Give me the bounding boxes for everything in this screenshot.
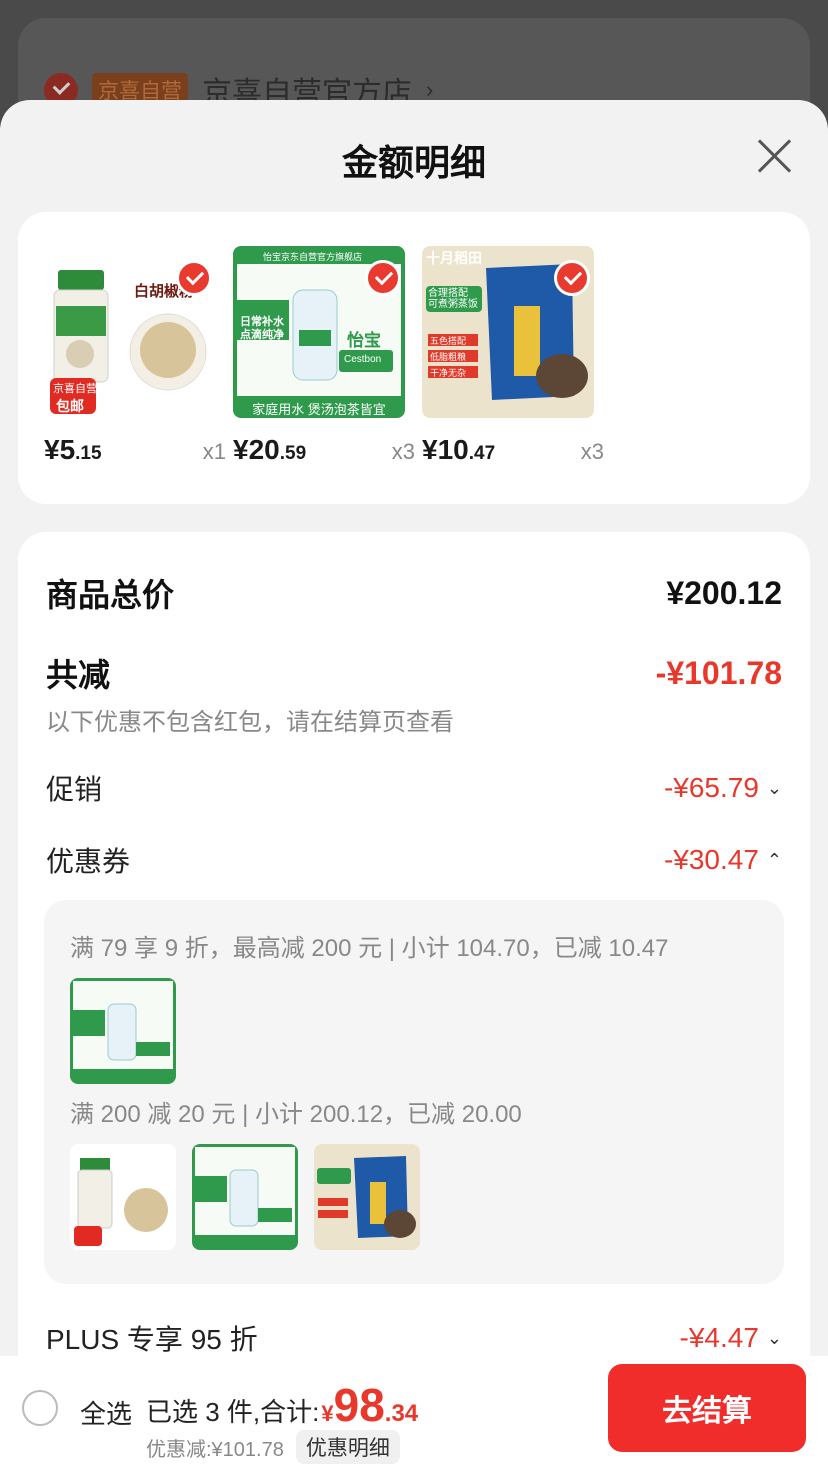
- discount-amount: 优惠减:¥101.78: [146, 1438, 284, 1461]
- promo-row[interactable]: 促销 -¥65.79 ⌄: [46, 768, 782, 808]
- coupon-row[interactable]: 优惠券 -¥30.47 ⌃: [46, 840, 782, 880]
- coupon-value-group: -¥30.47 ⌃: [664, 844, 782, 876]
- product-brand: 怡宝: [347, 331, 381, 350]
- total-line: 已选 3 件,合计: ¥ 98 .34: [146, 1378, 418, 1432]
- close-icon[interactable]: [756, 138, 792, 174]
- plus-value-group: -¥4.47 ⌄: [680, 1322, 783, 1354]
- amount-detail-sheet: 金额明细 白胡椒粉 京喜自营 包邮 ¥5.15 x1 怡宝京东自营官方旗舰店 日…: [0, 100, 828, 1478]
- product-image-label: 日常补水 点滴纯净: [240, 316, 284, 341]
- product-thumbnail: [70, 1144, 176, 1250]
- product-tag: 合理搭配 可煮粥蒸饭: [428, 288, 478, 310]
- product-price: ¥20.59: [233, 434, 307, 465]
- promo-value: -¥65.79: [663, 772, 759, 803]
- product-feature: 五色搭配: [430, 336, 467, 346]
- promo-value-group: -¥65.79 ⌄: [664, 772, 782, 804]
- discount-note: 以下优惠不包含红包，请在结算页查看: [46, 709, 454, 736]
- product-image: 白胡椒粉 京喜自营 包邮: [44, 246, 216, 418]
- plus-label: PLUS 专享 95 折: [46, 1324, 258, 1355]
- total-reduce-row: 共减 -¥101.78: [46, 650, 782, 696]
- selected-check-icon[interactable]: [554, 260, 590, 296]
- total-reduce-value: -¥101.78: [655, 654, 782, 691]
- product-logo: Cestbon: [344, 354, 382, 365]
- discount-detail-button[interactable]: 优惠明细: [295, 1430, 400, 1464]
- product-badge-bottom: 包邮: [56, 398, 84, 414]
- promo-label: 促销: [46, 774, 103, 805]
- product-quantity: x1: [202, 439, 226, 464]
- product-caption: 家庭用水 煲汤泡茶皆宜: [252, 402, 386, 417]
- coupon-1-products: [70, 978, 176, 1084]
- product-price: ¥10.47: [422, 434, 496, 465]
- products-card: 白胡椒粉 京喜自营 包邮 ¥5.15 x1 怡宝京东自营官方旗舰店 日常补水 点…: [18, 212, 810, 504]
- selected-check-icon[interactable]: [365, 260, 401, 296]
- chevron-up-icon[interactable]: ⌃: [767, 850, 782, 871]
- product-thumbnail: [314, 1144, 420, 1250]
- product-price: ¥5.15: [44, 434, 102, 465]
- product-thumbnail: [70, 978, 176, 1084]
- product-thumbnail: [192, 1144, 298, 1250]
- discount-line: 优惠减:¥101.78 优惠明细: [146, 1430, 400, 1464]
- sheet-title: 金额明细: [341, 142, 486, 183]
- checkout-bar: 全选 已选 3 件,合计: ¥ 98 .34 优惠减:¥101.78 优惠明细 …: [0, 1356, 828, 1478]
- selected-check-icon[interactable]: [176, 260, 212, 296]
- plus-value: -¥4.47: [679, 1322, 759, 1353]
- product-quantity: x3: [580, 439, 604, 464]
- total-price-value: ¥200.12: [666, 574, 782, 611]
- product-image-header: 怡宝京东自营官方旗舰店: [263, 252, 363, 262]
- product-feature: 干净无杂: [430, 368, 467, 378]
- product-brand: 十月稻田: [426, 250, 482, 266]
- chevron-down-icon[interactable]: ⌄: [767, 1328, 782, 1349]
- product-badge-top: 京喜自营: [53, 383, 97, 395]
- coupon-2-products: [70, 1144, 420, 1250]
- price-detail-card: 商品总价 ¥200.12 共减 -¥101.78 以下优惠不包含红包，请在结算页…: [18, 532, 810, 1478]
- plus-discount-row[interactable]: PLUS 专享 95 折 -¥4.47 ⌄: [46, 1318, 782, 1358]
- coupon-value: -¥30.47: [663, 844, 759, 875]
- product-feature: 低脂粗粮: [430, 352, 467, 362]
- total-price-row: 商品总价 ¥200.12: [46, 570, 782, 616]
- total-currency: ¥: [321, 1401, 334, 1426]
- product-item[interactable]: 白胡椒粉 京喜自营 包邮 ¥5.15 x1: [44, 246, 226, 465]
- product-quantity: x3: [391, 439, 415, 464]
- select-all-label[interactable]: 全选: [80, 1394, 132, 1431]
- product-image: 怡宝京东自营官方旗舰店 日常补水 点滴纯净 怡宝 Cestbon 家庭用水 煲汤…: [233, 246, 405, 418]
- product-image: 十月稻田 合理搭配 可煮粥蒸饭 五色搭配 低脂粗粮 干净无杂: [422, 246, 594, 418]
- total-reduce-label: 共减: [46, 657, 111, 693]
- coupon-rule-1: 满 79 享 9 折，最高减 200 元 | 小计 104.70，已减 10.4…: [70, 935, 669, 962]
- total-integer: 98: [333, 1379, 385, 1431]
- total-decimal: .34: [384, 1400, 419, 1427]
- product-item[interactable]: 怡宝京东自营官方旗舰店 日常补水 点滴纯净 怡宝 Cestbon 家庭用水 煲汤…: [233, 246, 415, 465]
- select-all-radio[interactable]: [22, 1390, 58, 1426]
- coupon-detail-box: 满 79 享 9 折，最高减 200 元 | 小计 104.70，已减 10.4…: [44, 900, 784, 1284]
- coupon-rule-2: 满 200 减 20 元 | 小计 200.12，已减 20.00: [70, 1101, 522, 1128]
- selected-count-text: 已选 3 件,合计:: [146, 1397, 320, 1427]
- chevron-down-icon[interactable]: ⌄: [767, 778, 782, 799]
- product-item[interactable]: 十月稻田 合理搭配 可煮粥蒸饭 五色搭配 低脂粗粮 干净无杂 ¥10.47 x3: [422, 246, 604, 465]
- coupon-label: 优惠券: [46, 846, 131, 877]
- checkout-button[interactable]: 去结算: [608, 1364, 806, 1452]
- total-price-label: 商品总价: [46, 577, 175, 613]
